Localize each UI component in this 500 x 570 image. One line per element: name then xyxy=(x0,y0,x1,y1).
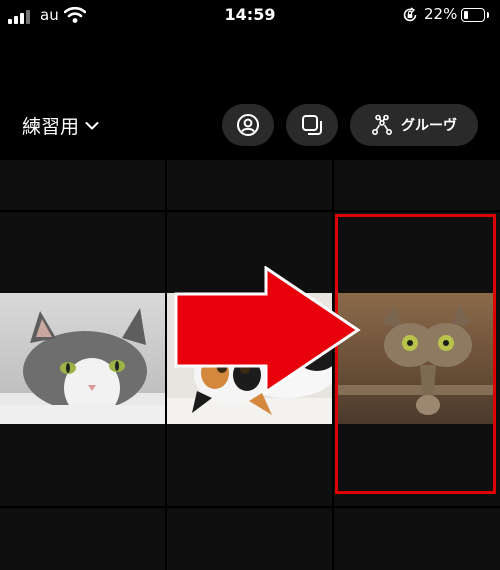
status-bar: au 14:59 22% xyxy=(0,0,500,34)
red-arrow-icon xyxy=(174,266,361,394)
group-label: グルーヴ xyxy=(401,118,457,134)
grid-cell-empty xyxy=(167,508,332,570)
group-icon xyxy=(371,114,393,136)
album-title: 練習用 xyxy=(22,116,80,138)
multi-select-icon xyxy=(302,115,322,135)
group-button[interactable]: グルーヴ xyxy=(350,104,478,146)
toolbar: 練習用 グルーヴ xyxy=(0,104,500,148)
profile-button[interactable] xyxy=(222,104,274,146)
battery-icon xyxy=(461,8,485,22)
battery-percentage: 22% xyxy=(424,5,458,23)
grid-cell-empty xyxy=(0,160,165,210)
gray-cat-image xyxy=(0,293,165,424)
profile-icon xyxy=(237,114,259,136)
grid-cell-empty xyxy=(334,160,500,210)
photo-thumbnail-gray-cat[interactable] xyxy=(0,293,165,424)
grid-cell-empty xyxy=(0,508,165,570)
chevron-down-icon xyxy=(85,121,99,129)
album-selector[interactable]: 練習用 xyxy=(22,112,99,139)
rotation-lock-icon xyxy=(403,7,417,22)
grid-cell-empty xyxy=(167,160,332,210)
grid-cell-empty xyxy=(334,508,500,570)
multi-select-button[interactable] xyxy=(286,104,338,146)
